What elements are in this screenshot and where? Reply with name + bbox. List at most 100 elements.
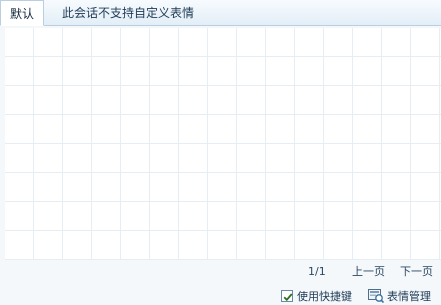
emoticon-slot[interactable] <box>382 202 411 231</box>
emoticon-slot[interactable] <box>92 57 121 86</box>
emoticon-manage-button[interactable]: 表情管理 <box>368 288 431 304</box>
emoticon-slot[interactable] <box>295 57 324 86</box>
emoticon-slot[interactable] <box>5 202 34 231</box>
emoticon-slot[interactable] <box>295 202 324 231</box>
emoticon-slot[interactable] <box>208 86 237 115</box>
next-page-link[interactable]: 下一页 <box>400 265 433 279</box>
emoticon-slot[interactable] <box>63 144 92 173</box>
emoticon-slot[interactable] <box>5 57 34 86</box>
emoticon-slot[interactable] <box>411 231 440 260</box>
emoticon-slot[interactable] <box>121 202 150 231</box>
emoticon-slot[interactable] <box>63 28 92 57</box>
emoticon-slot[interactable] <box>34 144 63 173</box>
emoticon-slot[interactable] <box>121 57 150 86</box>
emoticon-slot[interactable] <box>179 57 208 86</box>
emoticon-slot[interactable] <box>63 86 92 115</box>
emoticon-slot[interactable] <box>382 28 411 57</box>
emoticon-slot[interactable] <box>353 28 382 57</box>
emoticon-slot[interactable] <box>295 86 324 115</box>
emoticon-slot[interactable] <box>295 28 324 57</box>
emoticon-slot[interactable] <box>382 231 411 260</box>
emoticon-slot[interactable] <box>353 57 382 86</box>
emoticon-slot[interactable] <box>179 144 208 173</box>
emoticon-slot[interactable] <box>237 231 266 260</box>
emoticon-slot[interactable] <box>382 57 411 86</box>
emoticon-slot[interactable] <box>411 173 440 202</box>
emoticon-slot[interactable] <box>179 28 208 57</box>
emoticon-slot[interactable] <box>121 115 150 144</box>
emoticon-slot[interactable] <box>179 115 208 144</box>
emoticon-slot[interactable] <box>324 144 353 173</box>
emoticon-slot[interactable] <box>208 231 237 260</box>
emoticon-slot[interactable] <box>34 28 63 57</box>
emoticon-slot[interactable] <box>266 115 295 144</box>
emoticon-slot[interactable] <box>150 173 179 202</box>
emoticon-slot[interactable] <box>324 231 353 260</box>
emoticon-slot[interactable] <box>295 173 324 202</box>
emoticon-slot[interactable] <box>5 231 34 260</box>
emoticon-slot[interactable] <box>353 144 382 173</box>
emoticon-slot[interactable] <box>179 202 208 231</box>
tab-default[interactable]: 默认 <box>0 0 44 26</box>
emoticon-slot[interactable] <box>324 86 353 115</box>
emoticon-slot[interactable] <box>34 231 63 260</box>
shortcut-checkbox[interactable] <box>281 290 293 302</box>
emoticon-slot[interactable] <box>382 144 411 173</box>
emoticon-slot[interactable] <box>237 173 266 202</box>
emoticon-slot[interactable] <box>266 144 295 173</box>
emoticon-slot[interactable] <box>208 202 237 231</box>
emoticon-slot[interactable] <box>63 173 92 202</box>
emoticon-slot[interactable] <box>353 173 382 202</box>
tab-custom-emoticons[interactable]: 此会话不支持自定义表情 <box>54 0 202 26</box>
emoticon-slot[interactable] <box>295 115 324 144</box>
emoticon-slot[interactable] <box>92 202 121 231</box>
emoticon-slot[interactable] <box>150 115 179 144</box>
emoticon-slot[interactable] <box>63 231 92 260</box>
emoticon-slot[interactable] <box>266 57 295 86</box>
emoticon-slot[interactable] <box>150 57 179 86</box>
emoticon-slot[interactable] <box>411 86 440 115</box>
emoticon-slot[interactable] <box>208 57 237 86</box>
emoticon-slot[interactable] <box>382 115 411 144</box>
emoticon-slot[interactable] <box>208 28 237 57</box>
emoticon-slot[interactable] <box>34 86 63 115</box>
emoticon-slot[interactable] <box>295 144 324 173</box>
emoticon-slot[interactable] <box>92 28 121 57</box>
emoticon-slot[interactable] <box>92 173 121 202</box>
emoticon-slot[interactable] <box>324 57 353 86</box>
emoticon-slot[interactable] <box>411 144 440 173</box>
emoticon-slot[interactable] <box>63 57 92 86</box>
emoticon-slot[interactable] <box>353 86 382 115</box>
emoticon-slot[interactable] <box>92 86 121 115</box>
emoticon-slot[interactable] <box>5 173 34 202</box>
emoticon-slot[interactable] <box>411 115 440 144</box>
emoticon-slot[interactable] <box>179 231 208 260</box>
emoticon-slot[interactable] <box>411 57 440 86</box>
emoticon-slot[interactable] <box>266 28 295 57</box>
emoticon-slot[interactable] <box>237 86 266 115</box>
emoticon-slot[interactable] <box>237 28 266 57</box>
emoticon-slot[interactable] <box>266 202 295 231</box>
emoticon-slot[interactable] <box>411 28 440 57</box>
emoticon-slot[interactable] <box>150 86 179 115</box>
emoticon-slot[interactable] <box>353 202 382 231</box>
emoticon-slot[interactable] <box>5 86 34 115</box>
emoticon-slot[interactable] <box>92 144 121 173</box>
emoticon-slot[interactable] <box>150 144 179 173</box>
emoticon-slot[interactable] <box>121 28 150 57</box>
emoticon-slot[interactable] <box>5 144 34 173</box>
emoticon-slot[interactable] <box>150 202 179 231</box>
emoticon-slot[interactable] <box>34 115 63 144</box>
emoticon-slot[interactable] <box>382 173 411 202</box>
emoticon-slot[interactable] <box>150 28 179 57</box>
emoticon-slot[interactable] <box>324 115 353 144</box>
emoticon-slot[interactable] <box>237 144 266 173</box>
emoticon-slot[interactable] <box>411 202 440 231</box>
emoticon-slot[interactable] <box>63 202 92 231</box>
emoticon-slot[interactable] <box>179 86 208 115</box>
emoticon-slot[interactable] <box>34 173 63 202</box>
emoticon-slot[interactable] <box>237 115 266 144</box>
emoticon-slot[interactable] <box>63 115 92 144</box>
emoticon-slot[interactable] <box>34 202 63 231</box>
emoticon-slot[interactable] <box>5 115 34 144</box>
